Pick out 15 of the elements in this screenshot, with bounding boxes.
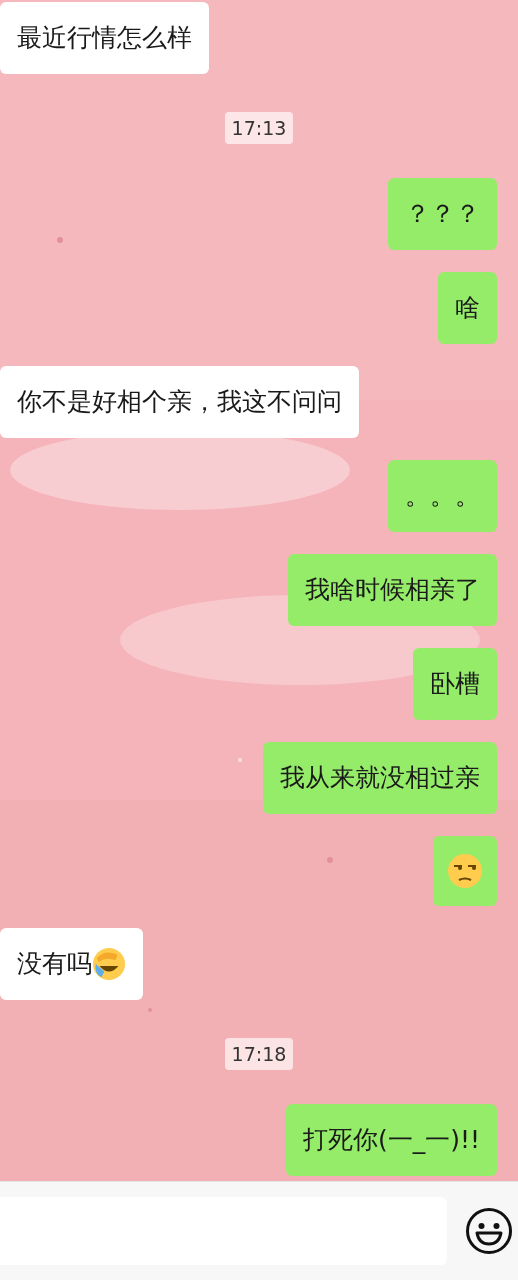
message-bubble: 最近行情怎么样 [0,2,209,74]
message-bubble: 打死你(一_一)!! [285,1104,497,1176]
laughing-face-icon [92,947,126,981]
message-text: 没有吗 [17,948,92,980]
timestamp: 17:13 [224,112,294,144]
unamused-face-icon [447,853,483,889]
message-bubble: 我从来就没相过亲 [263,742,497,814]
message-bubble: 卧槽 [413,648,497,720]
timestamp: 17:18 [224,1038,294,1070]
message-bubble: ？？？ [388,178,497,250]
message-bubble: 你不是好相个亲，我这不问问 [0,366,359,438]
message-bubble: 我啥时候相亲了 [288,554,497,626]
emoji-icon[interactable] [465,1207,513,1256]
message-bubble: 啥 [438,272,497,344]
message-bubble: 。。。 [388,460,497,532]
